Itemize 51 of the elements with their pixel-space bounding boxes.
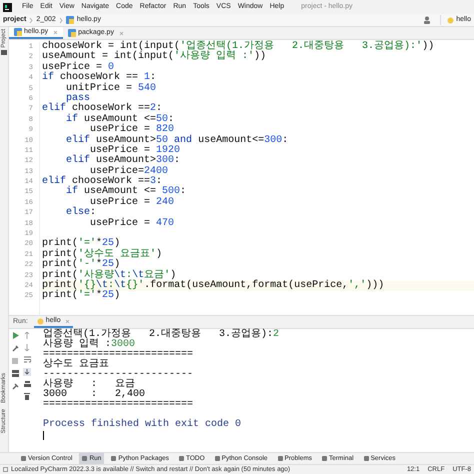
play-icon[interactable]: [12, 332, 18, 339]
code-line: print('='*25): [42, 290, 120, 302]
console-line: =========================: [43, 349, 194, 360]
code-line: useAmount = int(input('사용량 입력 :')): [42, 51, 266, 62]
code-line: if useAmount <=50:: [65, 114, 174, 125]
code-line: unitPrice = 540: [65, 82, 156, 94]
console-line: =========================: [43, 399, 194, 410]
down-arrow-icon[interactable]: [24, 344, 30, 351]
code-line: if useAmount <= 500:: [65, 186, 186, 198]
wrap-icon[interactable]: [24, 356, 30, 363]
console-line: 업종선택(1.가정용 2.대중탕용 3.공업용):2: [43, 329, 280, 340]
console-line: 사용량 : 요금: [43, 379, 136, 390]
code-line: if chooseWork == 1:: [42, 72, 156, 84]
code-line: usePrice = 1920: [90, 144, 180, 156]
console-line: -------------------------: [43, 369, 194, 380]
code-line: usePrice = 240: [90, 196, 174, 208]
console-line: Process finished with exit code 0: [43, 419, 242, 430]
code-line: pass: [66, 92, 90, 104]
code-line: usePrice = 470: [89, 218, 174, 229]
close-icon[interactable]: [53, 30, 58, 34]
code-line: print('='*25): [42, 238, 120, 250]
code-line: else:: [65, 207, 96, 218]
square-icon[interactable]: [3, 467, 8, 472]
close-icon[interactable]: [118, 30, 124, 36]
print-icon[interactable]: [24, 381, 30, 388]
code-line: print('-'*25): [42, 259, 120, 270]
code-line: chooseWork = int(input('업종선택(1.가정용 2.대중탕용 3.공업용):')): [42, 41, 434, 52]
code-line: print('상수도 요금표'): [42, 248, 162, 260]
layout-icon[interactable]: [12, 370, 18, 377]
close-icon[interactable]: [64, 318, 70, 324]
chevron-icon[interactable]: [58, 16, 63, 24]
code-line: print('사용량\t:\t요금'): [42, 270, 176, 281]
scroll-to-end-icon[interactable]: [23, 368, 31, 376]
code-line: usePrice = 820: [90, 124, 174, 136]
code-line: elif useAmount>300:: [65, 155, 180, 166]
code-line: print('{}\t:\t{}'.format(useAmount,format(usePrice,','))): [42, 280, 384, 291]
user-icon[interactable]: [423, 16, 432, 24]
code-line: elif chooseWork ==2:: [42, 103, 162, 114]
app-logo-icon[interactable]: [3, 2, 12, 12]
chevron-icon[interactable]: [29, 16, 34, 24]
console-line: 3000 : 2,400: [43, 389, 146, 400]
console-line: 상수도 요금표: [43, 359, 110, 370]
wrench-icon[interactable]: [12, 345, 18, 352]
text-cursor: [43, 431, 44, 440]
code-line: usePrice = 0: [42, 62, 114, 73]
code-line: usePrice=2400: [90, 166, 168, 177]
code-line: elif useAmount>50 and useAmount<=300:: [65, 134, 288, 146]
python-file-icon[interactable]: [14, 28, 22, 36]
trash-icon[interactable]: [24, 393, 30, 400]
console-line: 사용량 입력 :3000: [43, 339, 136, 350]
up-arrow-icon[interactable]: [24, 332, 30, 339]
